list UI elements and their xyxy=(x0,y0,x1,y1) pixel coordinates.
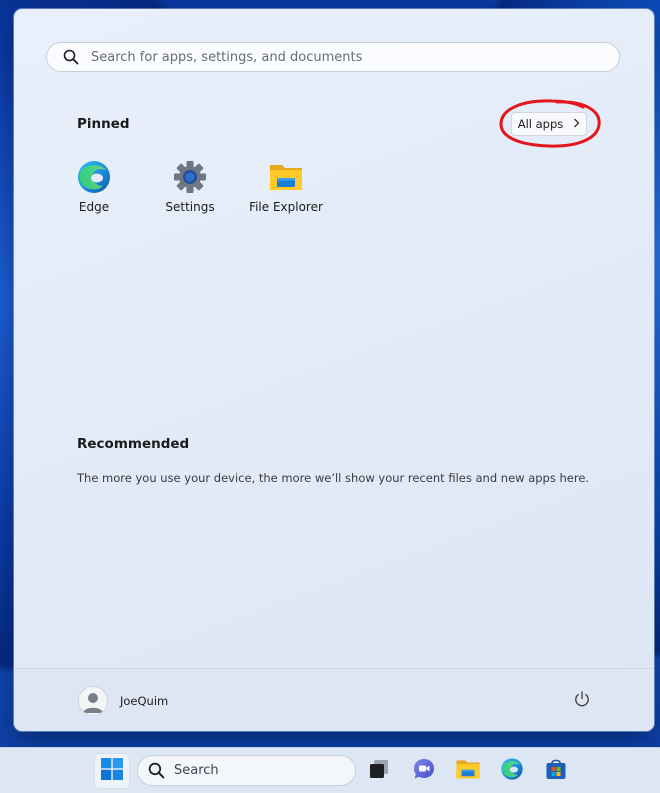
folder-icon xyxy=(268,159,304,195)
pinned-app-file-explorer[interactable]: File Explorer xyxy=(241,159,331,214)
file-explorer-taskbar-button[interactable] xyxy=(450,753,486,789)
start-button[interactable] xyxy=(94,753,130,789)
store-button[interactable] xyxy=(538,753,574,789)
task-view-button[interactable] xyxy=(361,753,397,789)
user-name: JoeQuim xyxy=(120,694,169,708)
search-icon xyxy=(62,48,80,66)
recommended-heading: Recommended xyxy=(77,436,190,452)
windows-start-icon xyxy=(101,758,123,784)
power-icon xyxy=(573,690,591,712)
task-view-icon xyxy=(368,758,390,784)
app-label: Edge xyxy=(78,200,110,214)
edge-icon xyxy=(500,757,524,785)
all-apps-area: All apps xyxy=(497,98,603,150)
pinned-heading: Pinned xyxy=(77,116,130,132)
teams-chat-icon xyxy=(412,757,436,785)
search-input[interactable] xyxy=(91,49,619,65)
start-footer: JoeQuim xyxy=(14,668,654,731)
edge-icon xyxy=(76,159,112,195)
taskbar-search-label: Search xyxy=(174,763,219,778)
pinned-app-edge[interactable]: Edge xyxy=(49,159,139,214)
taskbar-search-box[interactable]: Search xyxy=(137,755,356,786)
user-account-button[interactable]: JoeQuim xyxy=(78,686,168,716)
start-menu: Pinned All apps Edge xyxy=(14,9,654,731)
store-icon xyxy=(544,757,568,785)
teams-chat-button[interactable] xyxy=(406,753,442,789)
pinned-app-settings[interactable]: Settings xyxy=(145,159,235,214)
start-search-box[interactable] xyxy=(46,42,620,72)
app-label: File Explorer xyxy=(249,200,323,214)
taskbar: Search xyxy=(0,747,660,793)
edge-taskbar-button[interactable] xyxy=(494,753,530,789)
app-label: Settings xyxy=(165,200,215,214)
power-button[interactable] xyxy=(570,689,594,713)
chevron-right-icon xyxy=(573,117,580,131)
all-apps-button[interactable]: All apps xyxy=(511,112,587,136)
gear-icon xyxy=(172,159,208,195)
avatar xyxy=(78,686,108,716)
recommended-empty-text: The more you use your device, the more w… xyxy=(77,471,590,485)
file-explorer-icon xyxy=(455,756,481,786)
search-icon xyxy=(148,762,165,779)
all-apps-label: All apps xyxy=(517,117,564,131)
